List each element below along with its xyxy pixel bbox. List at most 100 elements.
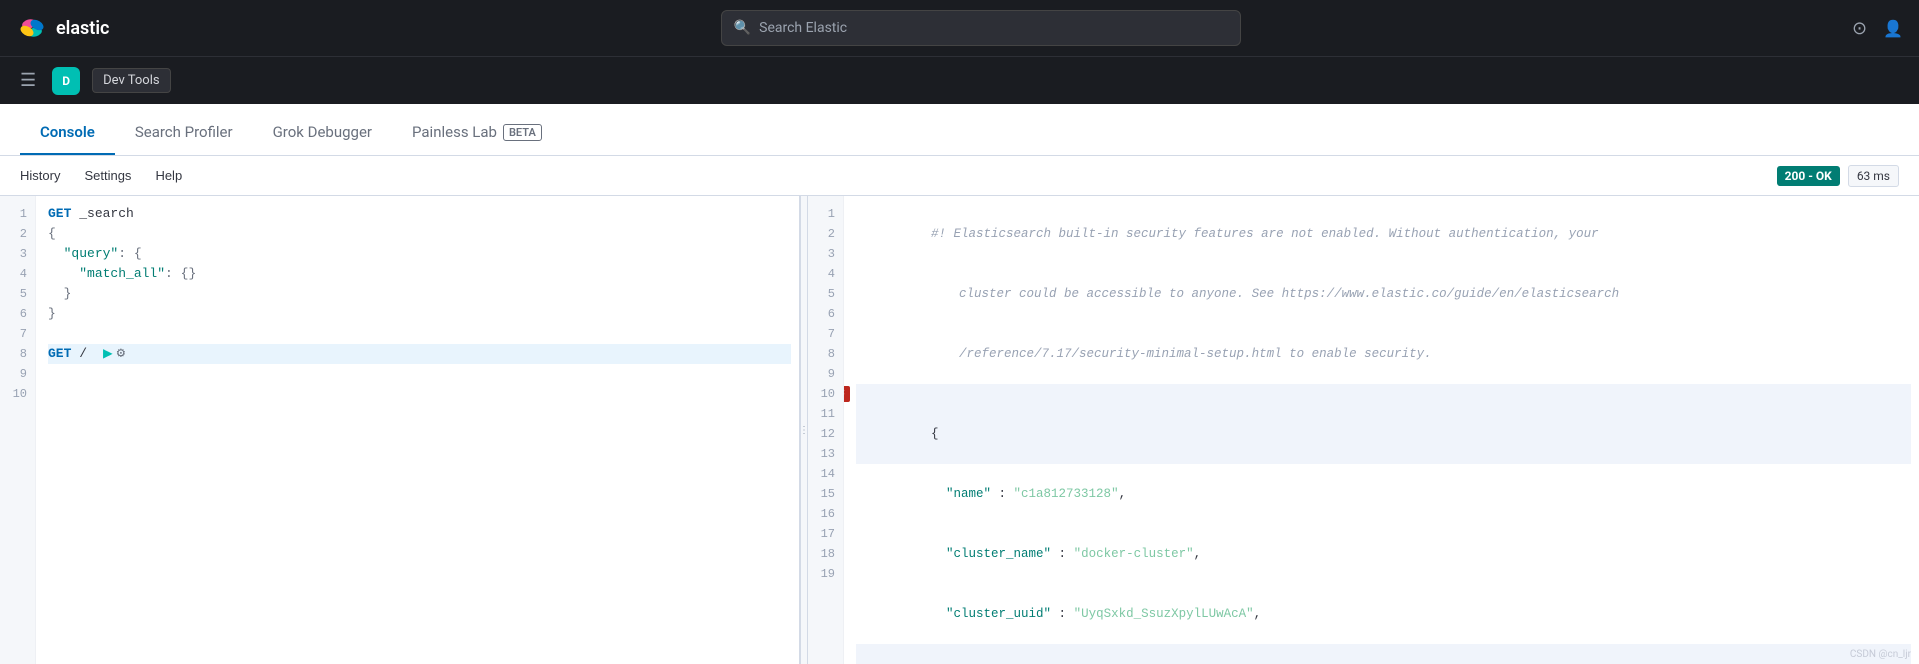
line-num-5: 5 (0, 284, 35, 304)
output-line-2: ✕ { (856, 384, 1911, 464)
line-num-7: 7 (0, 324, 35, 344)
out-num-18: 18 (808, 544, 843, 564)
out-key-3: "name" (931, 487, 991, 501)
user-menu-icon[interactable]: 👤 (1883, 19, 1903, 38)
output-line-1c: /reference/7.17/security-minimal-setup.h… (856, 324, 1911, 384)
line-num-1: 1 (0, 204, 35, 224)
out-num-9: 9 (808, 364, 843, 384)
editor-code-4: "match_all": {} (48, 264, 196, 284)
history-button[interactable]: History (20, 168, 60, 183)
tab-console[interactable]: Console (20, 109, 115, 155)
elastic-logo[interactable]: elastic (16, 12, 109, 44)
editor-line-5: } (48, 284, 791, 304)
line-actions: ▶ ⚙ (95, 344, 125, 364)
tab-console-label: Console (40, 123, 95, 141)
editor-code-1: GET _search (48, 204, 134, 224)
editor-line-3: "query": { (48, 244, 791, 264)
editor-line-6: } (48, 304, 791, 324)
line-num-8: 8 (0, 344, 35, 364)
out-num-5: 5 (808, 284, 843, 304)
out-num-16: 16 (808, 504, 843, 524)
output-line-numbers: 1 2 3 4 5 6 7 8 9 10 11 12 13 14 15 16 1… (808, 196, 844, 664)
output-comment-1: #! Elasticsearch built-in security featu… (931, 227, 1599, 241)
output-line-1b: cluster could be accessible to anyone. S… (856, 264, 1911, 324)
line-num-6: 6 (0, 304, 35, 324)
second-navigation: ☰ D Dev Tools (0, 56, 1919, 104)
notifications-icon[interactable]: ⊙ (1852, 18, 1867, 39)
editor-code-10 (48, 384, 56, 404)
line-num-10: 10 (0, 384, 35, 404)
top-navigation: elastic 🔍 Search Elastic ⊙ 👤 (0, 0, 1919, 56)
copy-link-icon[interactable]: ⚙ (117, 344, 125, 364)
beta-badge: BETA (503, 124, 542, 141)
out-key-4: "cluster_name" (931, 547, 1051, 561)
out-num-17: 17 (808, 524, 843, 544)
output-line-3: "name" : "c1a812733128", (856, 464, 1911, 524)
tab-grok-debugger-label: Grok Debugger (273, 123, 372, 141)
breadcrumb-devtools[interactable]: Dev Tools (92, 68, 170, 93)
out-key-5: "cluster_uuid" (931, 607, 1051, 621)
out-num-4: 4 (808, 264, 843, 284)
pane-resizer[interactable]: ⋮ (800, 196, 808, 664)
editor-code-2: { (48, 224, 56, 244)
tab-bar: Console Search Profiler Grok Debugger Pa… (0, 104, 1919, 156)
time-badge: 63 ms (1848, 165, 1899, 187)
editor-code-7 (48, 324, 56, 344)
line-num-3: 3 (0, 244, 35, 264)
out-num-12: 12 (808, 424, 843, 444)
line-num-2: 2 (0, 224, 35, 244)
out-val-3: "c1a812733128" (1014, 487, 1119, 501)
editor-pane: 1 2 3 4 5 6 7 8 9 10 GET _search { "q (0, 196, 800, 664)
tab-painless-lab[interactable]: Painless Lab BETA (392, 109, 562, 155)
editor-line-10 (48, 384, 791, 404)
editor-line-numbers: 1 2 3 4 5 6 7 8 9 10 (0, 196, 36, 664)
editor-code-6: } (48, 304, 56, 324)
close-output-button[interactable]: ✕ (844, 386, 850, 402)
out-num-8: 8 (808, 344, 843, 364)
editor-line-4: "match_all": {} (48, 264, 791, 284)
tab-search-profiler-label: Search Profiler (135, 123, 233, 141)
editor-line-7 (48, 324, 791, 344)
tab-grok-debugger[interactable]: Grok Debugger (253, 109, 392, 155)
editor-line-8: GET / ▶ ⚙ (48, 344, 791, 364)
output-comment-1b: cluster could be accessible to anyone. S… (959, 287, 1619, 301)
settings-button[interactable]: Settings (84, 168, 131, 183)
out-num-1: 1 (808, 204, 843, 224)
out-num-3: 3 (808, 244, 843, 264)
user-avatar[interactable]: D (52, 67, 80, 95)
out-num-19: 19 (808, 564, 843, 584)
tab-painless-lab-label: Painless Lab (412, 123, 497, 141)
output-line-4: "cluster_name" : "docker-cluster", (856, 524, 1911, 584)
status-badge: 200 - OK (1777, 166, 1840, 186)
help-button[interactable]: Help (155, 168, 182, 183)
out-num-11: 11 (808, 404, 843, 424)
global-search-bar[interactable]: 🔍 Search Elastic (721, 10, 1241, 46)
out-num-15: 15 (808, 484, 843, 504)
search-placeholder: Search Elastic (759, 20, 847, 36)
editor-code-3: "query": { (48, 244, 142, 264)
out-num-2: 2 (808, 224, 843, 244)
output-line-6: "version" : { (856, 644, 1911, 664)
line-num-4: 4 (0, 264, 35, 284)
out-colon-3: : (991, 487, 1014, 501)
tab-search-profiler[interactable]: Search Profiler (115, 109, 253, 155)
run-button[interactable]: ▶ (103, 344, 113, 364)
out-comma-3: , (1119, 487, 1127, 501)
editor-line-1: GET _search (48, 204, 791, 224)
editor-code-5: } (48, 284, 71, 304)
line-num-9: 9 (0, 364, 35, 384)
output-brace-open: { (931, 427, 939, 441)
editor-code-8: GET / (48, 344, 87, 364)
output-line-1: #! Elasticsearch built-in security featu… (856, 204, 1911, 264)
elastic-logo-text: elastic (56, 18, 109, 39)
out-val-5: "UyqSxkd_SsuzXpylLUwAcA" (1074, 607, 1254, 621)
out-val-4: "docker-cluster" (1074, 547, 1194, 561)
hamburger-menu[interactable]: ☰ (16, 66, 40, 95)
output-comment-1c: /reference/7.17/security-minimal-setup.h… (959, 347, 1432, 361)
editor-code-area[interactable]: GET _search { "query": { "match_all": {}… (36, 196, 799, 664)
editor-line-9 (48, 364, 791, 384)
output-code-area: #! Elasticsearch built-in security featu… (844, 196, 1919, 664)
main-content: 1 2 3 4 5 6 7 8 9 10 GET _search { "q (0, 196, 1919, 664)
search-icon: 🔍 (734, 20, 751, 36)
output-pane: 1 2 3 4 5 6 7 8 9 10 11 12 13 14 15 16 1… (808, 196, 1919, 664)
